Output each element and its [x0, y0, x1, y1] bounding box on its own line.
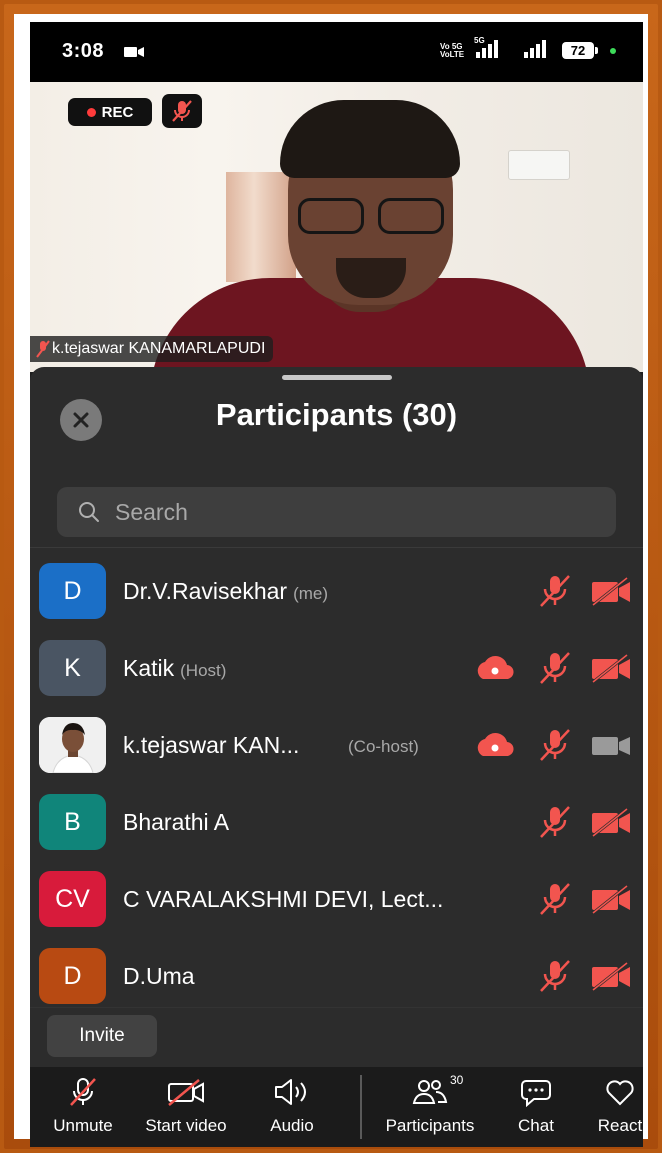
unmute-label: Unmute — [53, 1116, 113, 1135]
participants-sheet: Participants (30) Search D Dr.V.Ravisekh… — [30, 367, 643, 1069]
participant-name: C VARALAKSHMI DEVI, Lect... — [123, 886, 444, 912]
camera-status-icon — [124, 47, 144, 57]
video-name-tag: k.tejaswar KANAMARLAPUDI — [30, 336, 274, 362]
sheet-drag-handle[interactable] — [282, 375, 392, 380]
participant-status-icons — [473, 651, 633, 685]
participant-name: k.tejaswar KAN... — [123, 732, 300, 758]
participants-title: Participants (30) — [215, 397, 458, 432]
participant-name: D.Uma — [123, 963, 195, 989]
start-video-label: Start video — [145, 1116, 227, 1135]
rec-label: REC — [101, 103, 134, 121]
mic-off-icon[interactable] — [537, 959, 573, 993]
video-off-icon[interactable] — [591, 805, 631, 839]
speaker-hair — [280, 100, 460, 178]
search-placeholder: Search — [115, 498, 188, 525]
participant-row[interactable]: D Dr.V.Ravisekhar (me) — [30, 552, 643, 629]
cloud-recording-icon — [477, 656, 514, 680]
participant-name: Bharathi A — [123, 809, 230, 835]
participant-status-icons — [533, 959, 633, 993]
participant-role: (Host) — [180, 661, 227, 680]
status-bar: 3:08 Vo 5G VoLTE 5G 72 — [30, 22, 643, 82]
divider — [30, 547, 643, 548]
participant-role: (Co-host) — [348, 737, 419, 756]
participant-role: (me) — [293, 584, 329, 603]
search-input[interactable]: Search — [57, 487, 616, 537]
signal-strength-icon-2 — [524, 40, 546, 58]
participant-row[interactable]: B Bharathi A — [30, 783, 643, 860]
participant-name: Dr.V.Ravisekhar (me) — [123, 578, 328, 605]
video-off-icon[interactable] — [591, 882, 631, 916]
video-off-icon[interactable] — [591, 574, 631, 608]
mic-off-icon — [172, 100, 192, 122]
participant-name-text: Dr.V.Ravisekhar — [123, 578, 288, 604]
battery-icon: 72 — [562, 42, 598, 59]
invite-button[interactable]: Invite — [47, 1015, 157, 1057]
profile-photo — [39, 717, 106, 773]
meeting-toolbar: Unmute Start video Audio 30 Participants… — [30, 1067, 643, 1147]
status-time: 3:08 — [62, 40, 105, 62]
chat-icon — [521, 1080, 551, 1108]
signal-strength-icon-1 — [476, 40, 498, 58]
phone-screen: 3:08 Vo 5G VoLTE 5G 72 REC k.tejaswar KA… — [30, 22, 643, 1147]
react-button[interactable]: React — [590, 1077, 643, 1136]
avatar: K — [39, 640, 106, 696]
participants-icon — [412, 1080, 448, 1104]
participants-label: Participants — [385, 1116, 475, 1135]
privacy-dot-icon — [610, 48, 616, 54]
participant-name-text: Katik — [123, 655, 175, 681]
search-icon — [79, 502, 99, 522]
mic-off-icon[interactable] — [537, 805, 573, 839]
avatar: B — [39, 794, 106, 850]
cloud-recording-icon — [477, 733, 514, 757]
mic-off-icon[interactable] — [537, 882, 573, 916]
participant-status-icons — [533, 882, 633, 916]
participant-row[interactable]: k.tejaswar KAN... (Co-host) — [30, 706, 643, 783]
toolbar-divider — [360, 1075, 362, 1139]
chat-label: Chat — [518, 1116, 554, 1135]
mic-off-icon — [36, 340, 50, 358]
react-label: React — [597, 1116, 643, 1135]
volte-indicator: Vo 5G VoLTE — [440, 43, 464, 59]
recording-dot-icon — [86, 107, 96, 117]
audio-label: Audio — [270, 1116, 314, 1135]
avatar: D — [39, 948, 106, 1004]
heart-icon — [606, 1080, 634, 1106]
unmute-button[interactable]: Unmute — [48, 1077, 118, 1136]
mic-off-icon[interactable] — [537, 728, 573, 762]
participant-status-icons — [533, 574, 633, 608]
video-participant-name: k.tejaswar KANAMARLAPUDI — [52, 340, 266, 357]
muted-mic-badge — [162, 94, 202, 128]
background-air-conditioner — [508, 150, 570, 180]
avatar: CV — [39, 871, 106, 927]
background-curtain — [226, 172, 296, 282]
active-speaker-video[interactable]: REC k.tejaswar KANAMARLAPUDI — [30, 82, 643, 372]
mic-off-icon — [70, 1078, 96, 1106]
speaker-icon — [275, 1079, 306, 1105]
speaker-glasses — [298, 198, 448, 234]
close-icon — [73, 412, 89, 428]
participant-status-icons — [533, 805, 633, 839]
close-button[interactable] — [60, 399, 102, 441]
participant-row[interactable]: D D.Uma — [30, 937, 643, 1014]
chat-button[interactable]: Chat — [506, 1077, 566, 1136]
participants-count-badge: 30 — [450, 1073, 464, 1087]
video-off-icon[interactable] — [591, 959, 631, 993]
video-off-icon[interactable] — [591, 651, 631, 685]
participants-button[interactable]: 30 Participants — [380, 1073, 480, 1136]
audio-button[interactable]: Audio — [262, 1077, 322, 1136]
video-off-icon — [168, 1079, 204, 1106]
participant-list: D Dr.V.Ravisekhar (me) K Katik (Host) k.… — [30, 552, 643, 1014]
start-video-button[interactable]: Start video — [138, 1077, 234, 1136]
participant-row[interactable]: K Katik (Host) — [30, 629, 643, 706]
participant-name: Katik (Host) — [123, 655, 226, 682]
mic-off-icon[interactable] — [537, 651, 573, 685]
avatar: D — [39, 563, 106, 619]
recording-badge[interactable]: REC — [68, 98, 152, 126]
volte-label-2: VoLTE — [440, 50, 465, 59]
participant-status-icons — [473, 728, 633, 762]
avatar-photo — [39, 717, 106, 773]
video-on-icon[interactable] — [591, 728, 631, 762]
participant-row[interactable]: CV C VARALAKSHMI DEVI, Lect... — [30, 860, 643, 937]
mic-off-icon[interactable] — [537, 574, 573, 608]
